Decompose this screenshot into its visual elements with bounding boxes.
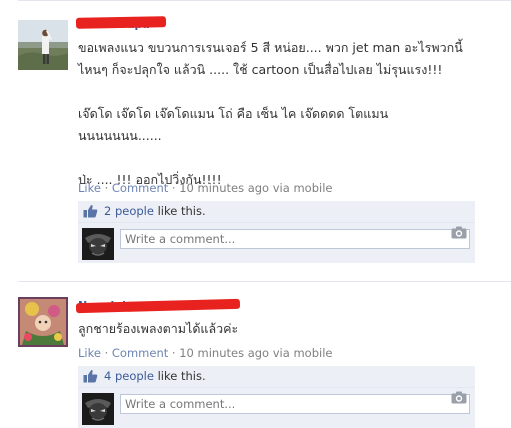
like-link[interactable]: Like	[78, 346, 101, 360]
comment-box: Write a comment...	[78, 387, 475, 428]
likes-suffix: like this.	[153, 369, 206, 383]
author-avatar[interactable]	[18, 297, 68, 347]
liked-by-people-link[interactable]: 2 people	[104, 204, 154, 218]
comment-input[interactable]: Write a comment...	[120, 229, 470, 249]
message-line: ไหนๆ ก็จะปลุกใจ แล้วนิ ..... ใช้ cartoon…	[78, 62, 443, 77]
message-line: ขอเพลงแนว ขบวนการเรนเจอร์ 5 สี หน่อย....…	[78, 40, 463, 55]
liked-by-people-link[interactable]: 4 people	[104, 369, 154, 383]
comment-box: Write a comment...	[78, 222, 475, 263]
message-line	[78, 147, 498, 169]
action-separator: ·	[168, 181, 180, 195]
camera-icon[interactable]	[451, 226, 467, 242]
post-actions: Like · Comment · 10 minutes ago via mobi…	[78, 181, 332, 195]
comment-input[interactable]: Write a comment...	[120, 394, 470, 414]
likes-count: 4 people like this.	[104, 366, 206, 387]
story-divider	[18, 281, 511, 282]
name-redaction-mark	[75, 16, 167, 29]
viewer-avatar	[82, 393, 114, 425]
story-divider	[18, 0, 511, 1]
post-message: ลูกชายร้องเพลงตามได้แล้วค่ะ	[78, 318, 498, 340]
post-timestamp[interactable]: 10 minutes ago via mobile	[179, 181, 332, 195]
likes-bar: 4 people like this.	[78, 366, 475, 387]
post-message: ขอเพลงแนว ขบวนการเรนเจอร์ 5 สี หน่อย....…	[78, 37, 498, 191]
action-separator: ·	[100, 346, 112, 360]
action-separator: ·	[168, 346, 180, 360]
likes-bar: 2 people like this.	[78, 201, 475, 222]
camera-icon[interactable]	[451, 391, 467, 407]
message-line: ลูกชายร้องเพลงตามได้แล้วค่ะ	[78, 321, 239, 336]
like-link[interactable]: Like	[78, 181, 101, 195]
comment-link[interactable]: Comment	[112, 346, 168, 360]
post-actions: Like · Comment · 10 minutes ago via mobi…	[78, 346, 332, 360]
comment-link[interactable]: Comment	[112, 181, 168, 195]
likes-count: 2 people like this.	[104, 201, 206, 222]
action-separator: ·	[100, 181, 112, 195]
post-timestamp[interactable]: 10 minutes ago via mobile	[179, 346, 332, 360]
message-line: นนนนนนน......	[78, 128, 162, 143]
message-line: เจ๊ดโด เจ๊ดโด เจ๊ดโดแมน โถ่ คือ เซ็น ไค …	[78, 106, 389, 121]
viewer-avatar	[82, 228, 114, 260]
author-avatar[interactable]	[18, 20, 68, 70]
message-line	[78, 81, 498, 103]
likes-suffix: like this.	[153, 204, 206, 218]
